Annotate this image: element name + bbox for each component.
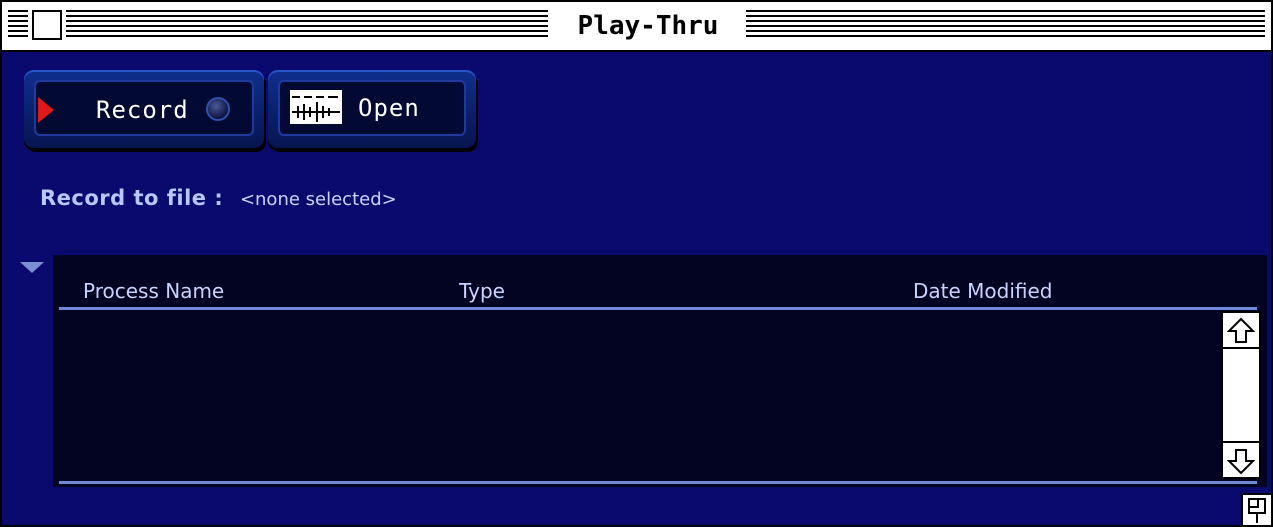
waveform-icon — [290, 90, 342, 124]
title-stripes-left — [8, 10, 548, 40]
record-led-icon — [206, 97, 230, 121]
up-arrow-icon[interactable] — [1223, 313, 1259, 349]
resize-icon[interactable] — [1241, 493, 1271, 525]
play-thru-window: Play-Thru Record Open Record to file: <… — [0, 0, 1273, 527]
record-to-file-value[interactable]: <none selected> — [240, 189, 397, 210]
title-stripes-right — [746, 10, 1265, 40]
disclosure-triangle-icon[interactable] — [20, 262, 44, 273]
list-bottom-divider — [59, 481, 1257, 484]
down-arrow-icon[interactable] — [1223, 441, 1259, 477]
record-to-file: Record to file : <none selected> — [40, 186, 397, 210]
close-box-icon[interactable] — [32, 10, 62, 40]
record-button-label: Record — [96, 96, 189, 124]
column-header-process-name[interactable]: Process Name — [83, 279, 224, 303]
header-divider — [59, 307, 1257, 310]
process-list[interactable]: Process Name Type Date Modified — [50, 252, 1270, 490]
record-to-file-label: Record to file : — [40, 186, 224, 210]
column-header-type[interactable]: Type — [459, 279, 505, 303]
open-button-label: Open — [358, 94, 420, 122]
window-title: Play-Thru — [558, 10, 738, 42]
vertical-scrollbar[interactable] — [1221, 311, 1261, 479]
play-triangle-icon — [38, 97, 54, 123]
column-header-date-modified[interactable]: Date Modified — [913, 279, 1053, 303]
title-bar[interactable]: Play-Thru — [2, 2, 1271, 52]
